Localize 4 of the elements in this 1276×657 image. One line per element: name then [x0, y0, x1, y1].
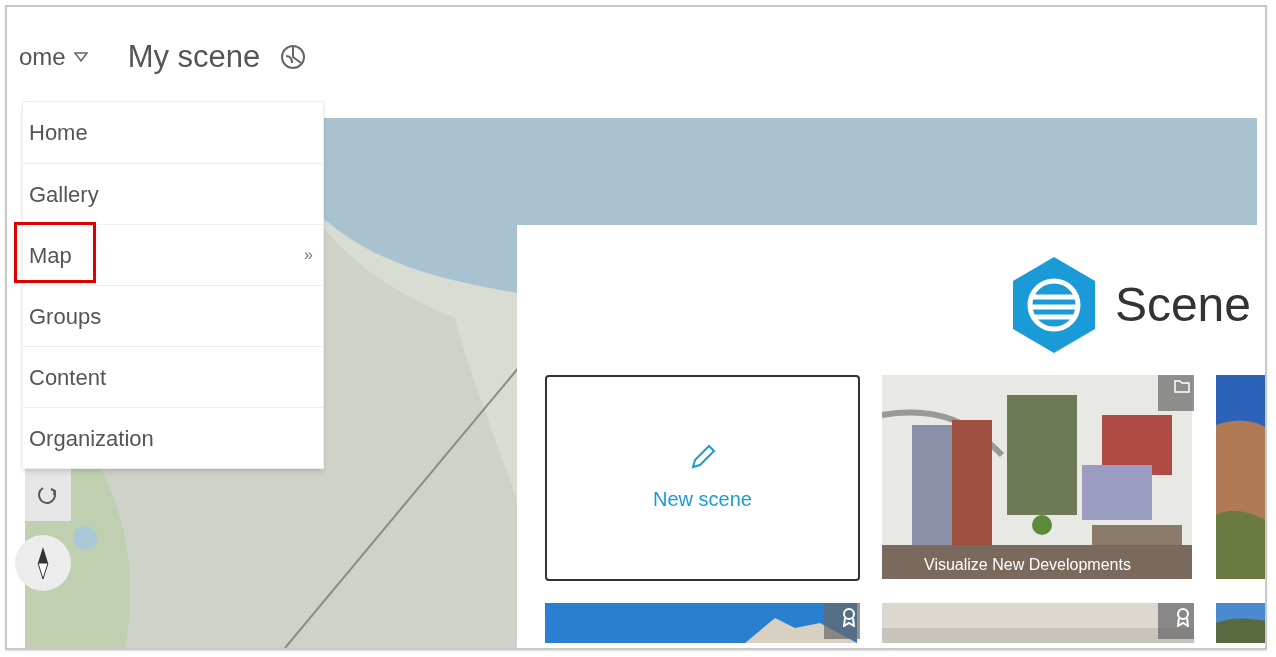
nav-label[interactable]: ome [19, 39, 66, 75]
caret-icon[interactable] [73, 52, 88, 62]
page-title: My scene [127, 37, 261, 76]
globe-icon[interactable] [280, 44, 307, 70]
